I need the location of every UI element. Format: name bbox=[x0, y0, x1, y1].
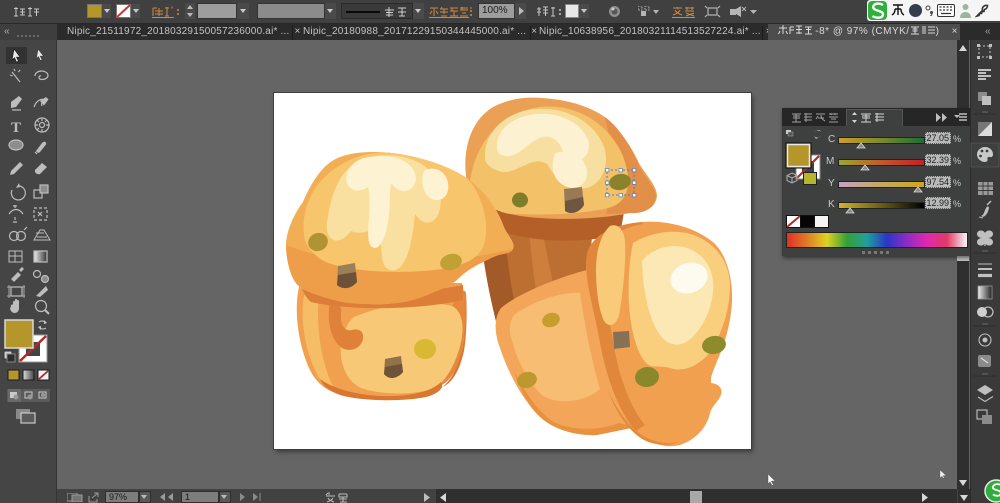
svg-text:T: T bbox=[11, 120, 21, 136]
